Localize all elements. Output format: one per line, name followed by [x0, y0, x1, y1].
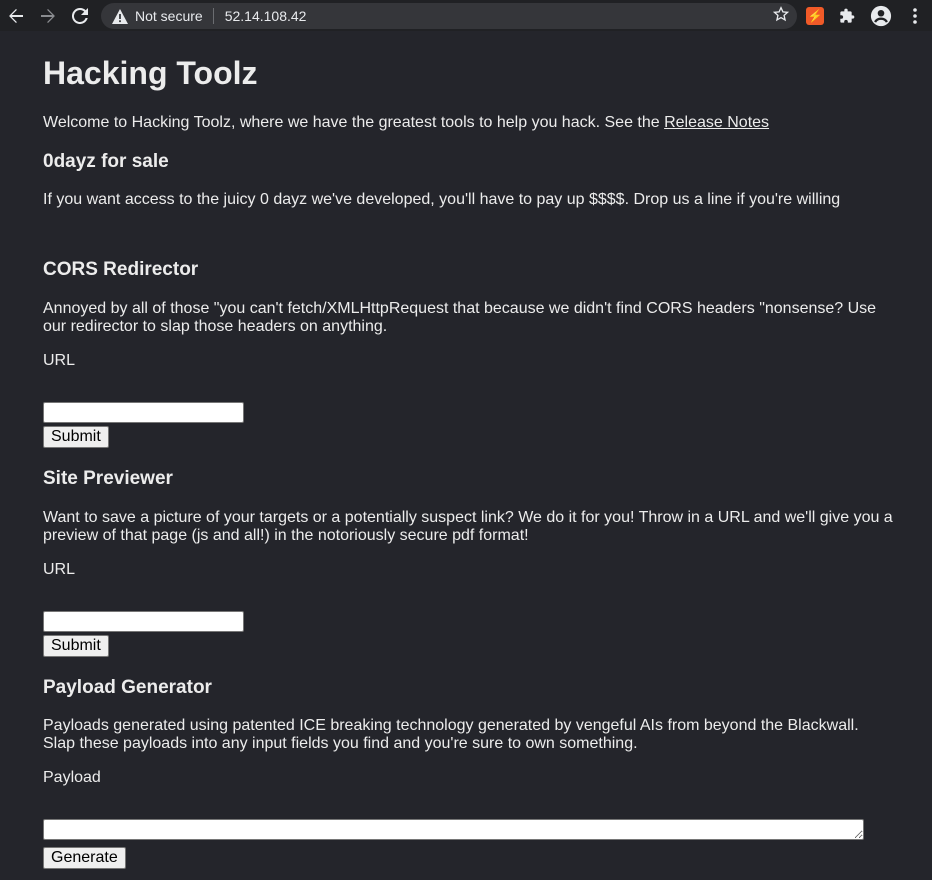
- address-bar[interactable]: Not secure 52.14.108.42: [101, 3, 797, 29]
- cors-body: Annoyed by all of those "you can't fetch…: [43, 300, 877, 335]
- reload-icon[interactable]: [69, 5, 91, 27]
- cors-submit-button[interactable]: Submit: [43, 426, 109, 448]
- previewer-url-input[interactable]: [43, 611, 244, 632]
- cors-url-label: URL: [43, 352, 76, 369]
- profile-icon[interactable]: [870, 5, 892, 27]
- omnibox-divider: [212, 8, 214, 24]
- zerodayz-body: If you want access to the juicy 0 dayz w…: [43, 191, 841, 208]
- previewer-submit-button[interactable]: Submit: [43, 635, 109, 657]
- payload-body: Payloads generated using patented ICE br…: [43, 717, 859, 752]
- kebab-menu-icon[interactable]: [906, 7, 924, 25]
- cors-heading: CORS Redirector: [43, 259, 199, 280]
- previewer-heading: Site Previewer: [43, 468, 173, 489]
- zerodayz-heading: 0dayz for sale: [43, 151, 169, 172]
- puzzle-icon[interactable]: [838, 7, 856, 25]
- security-label[interactable]: Not secure: [135, 8, 203, 24]
- star-icon[interactable]: [772, 6, 790, 27]
- previewer-url-label: URL: [43, 561, 76, 578]
- url-text[interactable]: 52.14.108.42: [225, 8, 307, 24]
- intro-paragraph: Welcome to Hacking Toolz, where we have …: [43, 114, 769, 132]
- forward-arrow-icon[interactable]: [37, 5, 59, 27]
- page-title: Hacking Toolz: [43, 55, 258, 91]
- warning-icon[interactable]: [112, 8, 128, 24]
- extensions-area: ⚡: [806, 0, 932, 31]
- previewer-body: Want to save a picture of your targets o…: [43, 509, 893, 544]
- intro-text: Welcome to Hacking Toolz, where we have …: [43, 114, 665, 131]
- cors-url-input[interactable]: [43, 402, 244, 423]
- generate-button[interactable]: Generate: [43, 847, 126, 869]
- payload-heading: Payload Generator: [43, 677, 212, 698]
- lightning-extension-icon[interactable]: ⚡: [806, 6, 824, 25]
- payload-label: Payload: [43, 769, 101, 786]
- browser-toolbar: Not secure 52.14.108.42 ⚡: [0, 0, 932, 31]
- payload-textarea[interactable]: [43, 819, 864, 840]
- back-arrow-icon[interactable]: [5, 5, 27, 27]
- release-notes-link[interactable]: Release Notes: [664, 114, 769, 131]
